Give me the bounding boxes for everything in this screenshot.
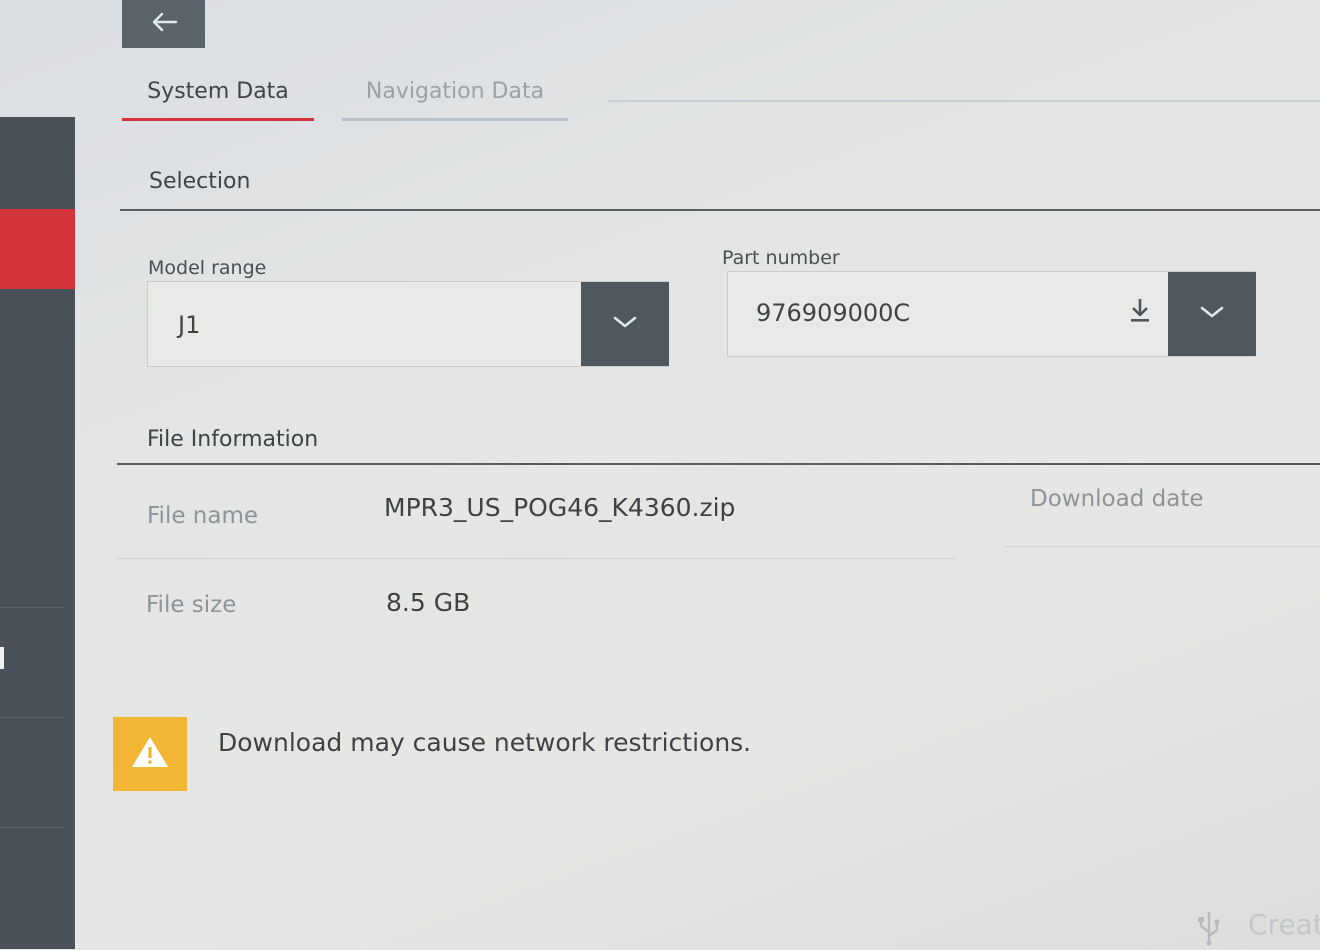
file-size-value: 8.5 GB — [386, 588, 471, 617]
file-name-label: File name — [147, 503, 259, 529]
warning-badge — [113, 717, 187, 791]
rail-divider — [0, 607, 64, 608]
model-range-label: Model range — [148, 257, 267, 279]
tab-label: Navigation Data — [365, 78, 545, 104]
file-information-title: File Information — [147, 427, 319, 452]
part-number-dropdown-button[interactable] — [1168, 272, 1256, 356]
tab-system-data[interactable]: System Data — [122, 64, 314, 121]
part-number-dropdown[interactable]: 976909000C — [727, 271, 1256, 357]
tab-navigation-data[interactable]: Navigation Data — [342, 64, 568, 121]
part-number-value: 976909000C — [756, 299, 911, 327]
selection-title: Selection — [149, 169, 251, 194]
side-navigation-rail — [0, 117, 75, 949]
create-button[interactable]: Creat — [1248, 908, 1320, 941]
warning-message: Download may cause network restrictions. — [218, 728, 752, 757]
model-range-value: J1 — [178, 311, 201, 339]
download-icon[interactable] — [1128, 297, 1152, 329]
part-number-label: Part number — [722, 247, 840, 269]
usb-icon — [1194, 910, 1224, 950]
row-divider — [117, 558, 955, 559]
rail-divider — [0, 827, 64, 828]
back-button[interactable] — [122, 0, 205, 48]
selection-divider — [120, 209, 1320, 211]
chevron-down-icon — [612, 314, 638, 334]
tab-bar-divider — [608, 100, 1320, 102]
warning-triangle-icon — [130, 735, 170, 773]
row-divider — [1005, 546, 1320, 547]
rail-item-marker[interactable] — [0, 647, 4, 669]
file-name-value: MPR3_US_POG46_K4360.zip — [384, 493, 736, 522]
file-information-divider — [117, 463, 1320, 465]
model-range-dropdown[interactable]: J1 — [147, 281, 669, 367]
rail-divider — [0, 717, 64, 718]
download-date-label: Download date — [1030, 486, 1204, 512]
tab-label: System Data — [147, 78, 289, 104]
file-size-label: File size — [146, 592, 237, 618]
chevron-down-icon — [1199, 304, 1225, 324]
model-range-dropdown-button[interactable] — [581, 282, 669, 366]
arrow-left-icon — [150, 11, 178, 37]
rail-active-item[interactable] — [0, 209, 75, 289]
page-background — [0, 0, 1320, 949]
